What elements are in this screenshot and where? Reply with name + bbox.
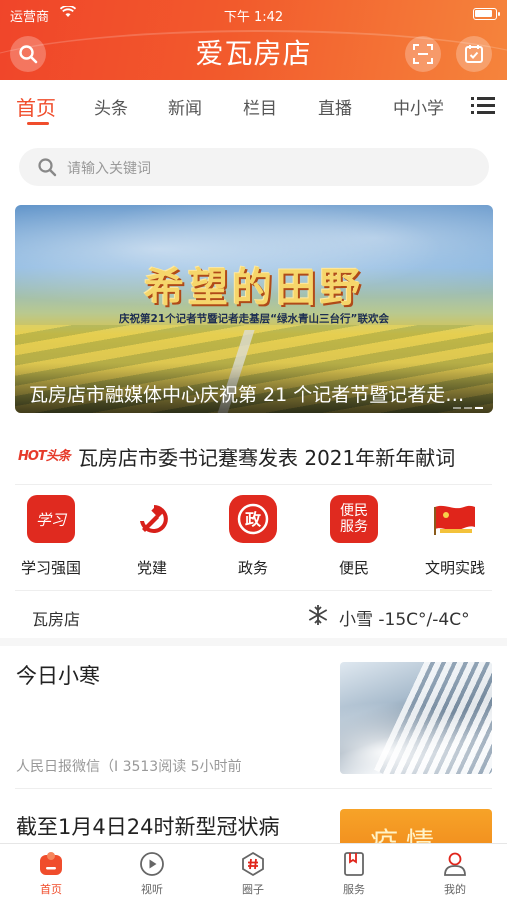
news-item[interactable]: 今日小寒 人民日报微信（I 3513阅读 5小时前 bbox=[0, 648, 507, 783]
divider bbox=[15, 788, 492, 789]
nav-label: 我的 bbox=[444, 883, 466, 896]
government-icon: 政 bbox=[229, 495, 277, 543]
nav-media[interactable]: 视听 bbox=[117, 850, 187, 897]
nav-services[interactable]: 服务 bbox=[319, 850, 389, 897]
carousel-dot bbox=[453, 407, 461, 409]
carousel-dot-active bbox=[475, 407, 483, 409]
section-gap bbox=[0, 638, 507, 646]
service-party[interactable]: 党建 bbox=[112, 495, 192, 578]
tab-fade bbox=[437, 80, 467, 132]
service-grid: 学习 学习强国 党建 政 政务 便民服务 便民 文明实践 bbox=[0, 495, 507, 587]
nav-label: 圈子 bbox=[242, 883, 264, 896]
news-title: 截至1月4日24时新型冠状病 bbox=[16, 815, 280, 839]
hot-news-title[interactable]: 瓦房店市委书记蹇骞发表 2021年新年献词 bbox=[78, 442, 488, 471]
convenience-icon: 便民服务 bbox=[330, 495, 378, 543]
bottom-navigation: 首页 视听 圈子 服务 我的 bbox=[0, 843, 507, 900]
status-time: 下午 1:42 bbox=[223, 10, 284, 25]
service-civilization[interactable]: 文明实践 bbox=[415, 495, 495, 578]
service-label: 文明实践 bbox=[424, 559, 485, 577]
nav-label: 服务 bbox=[343, 883, 365, 896]
weather-city: 瓦房店 bbox=[32, 610, 81, 629]
flag-icon bbox=[431, 495, 479, 543]
search-icon bbox=[37, 157, 57, 181]
tab-live[interactable]: 直播 bbox=[318, 94, 352, 119]
convenience-icon-text: 便民服务 bbox=[340, 503, 368, 535]
bookmark-icon bbox=[340, 850, 368, 878]
nav-label: 首页 bbox=[40, 883, 62, 896]
search-placeholder: 请输入关键词 bbox=[67, 161, 151, 177]
list-menu-icon bbox=[471, 97, 495, 114]
tab-news[interactable]: 新闻 bbox=[168, 94, 202, 119]
nav-home[interactable]: 首页 bbox=[16, 850, 86, 897]
search-input[interactable]: 请输入关键词 bbox=[19, 148, 489, 186]
profile-icon bbox=[441, 850, 469, 878]
weather-row[interactable]: 瓦房店 小雪 -15C°/-4C° bbox=[0, 598, 507, 634]
hot-badge: HOT头条 bbox=[18, 449, 71, 464]
service-label: 政务 bbox=[237, 559, 268, 577]
xuexi-qiangguo-icon: 学习 bbox=[27, 495, 75, 543]
status-bar: 运营商 下午 1:42 bbox=[0, 4, 507, 25]
service-label: 便民 bbox=[338, 559, 369, 577]
party-emblem-icon bbox=[128, 495, 176, 543]
service-convenience[interactable]: 便民服务 便民 bbox=[314, 495, 394, 578]
service-government[interactable]: 政 政务 bbox=[213, 495, 293, 578]
divider bbox=[15, 484, 492, 485]
play-icon bbox=[138, 850, 166, 878]
banner-image-title: 希望的田野 bbox=[144, 265, 364, 311]
news-thumbnail bbox=[340, 662, 492, 774]
home-icon bbox=[37, 850, 65, 878]
scan-button[interactable] bbox=[405, 36, 441, 72]
checkin-button[interactable] bbox=[456, 36, 492, 72]
banner-image-subtitle: 庆祝第21个记者节暨记者走基层“绿水青山三台行”联欢会 bbox=[119, 313, 389, 325]
battery-icon bbox=[473, 8, 500, 20]
tab-home[interactable]: 首页 bbox=[16, 92, 56, 121]
nav-circle[interactable]: 圈子 bbox=[218, 850, 288, 897]
carousel-dots bbox=[453, 407, 483, 409]
thumbnail-text: 疫情 bbox=[370, 826, 443, 845]
channel-tabs: 首页 头条 新闻 栏目 直播 中小学 bbox=[0, 80, 507, 132]
hashtag-icon bbox=[239, 850, 267, 878]
calendar-check-icon bbox=[465, 45, 483, 63]
carousel-dot bbox=[464, 407, 472, 409]
banner-carousel[interactable]: 希望的田野 庆祝第21个记者节暨记者走基层“绿水青山三台行”联欢会 瓦房店市融媒… bbox=[15, 205, 493, 413]
divider bbox=[15, 590, 492, 591]
nav-profile[interactable]: 我的 bbox=[420, 850, 490, 897]
service-label: 学习强国 bbox=[20, 559, 81, 577]
nav-label: 视听 bbox=[141, 883, 163, 896]
service-xuexi[interactable]: 学习 学习强国 bbox=[11, 495, 91, 578]
hot-news-row[interactable]: HOT头条 瓦房店市委书记蹇骞发表 2021年新年献词 bbox=[0, 430, 507, 482]
news-thumbnail: 疫情 bbox=[340, 809, 492, 845]
thumbnail-mist bbox=[340, 702, 492, 774]
news-meta: 人民日报微信（I 3513阅读 5小时前 bbox=[16, 759, 242, 775]
news-item[interactable]: 截至1月4日24时新型冠状病 疫情 bbox=[0, 795, 507, 845]
active-tab-indicator bbox=[27, 122, 49, 125]
banner-caption: 瓦房店市融媒体中心庆祝第 21 个记者节暨记者走基层“绿水青山三台行”联欢会 bbox=[29, 384, 474, 406]
weather-description: 小雪 -15C°/-4C° bbox=[339, 610, 470, 630]
tab-columns[interactable]: 栏目 bbox=[243, 94, 277, 119]
channel-menu-button[interactable] bbox=[471, 96, 495, 116]
app-header: 运营商 下午 1:42 爱瓦房店 bbox=[0, 0, 507, 80]
tab-headlines[interactable]: 头条 bbox=[94, 94, 128, 119]
svg-text:政: 政 bbox=[245, 510, 262, 529]
news-title: 今日小寒 bbox=[16, 664, 100, 688]
svg-text:学习: 学习 bbox=[36, 511, 68, 529]
snowflake-icon bbox=[307, 604, 329, 626]
scan-icon bbox=[413, 44, 433, 64]
service-label: 党建 bbox=[136, 559, 167, 577]
